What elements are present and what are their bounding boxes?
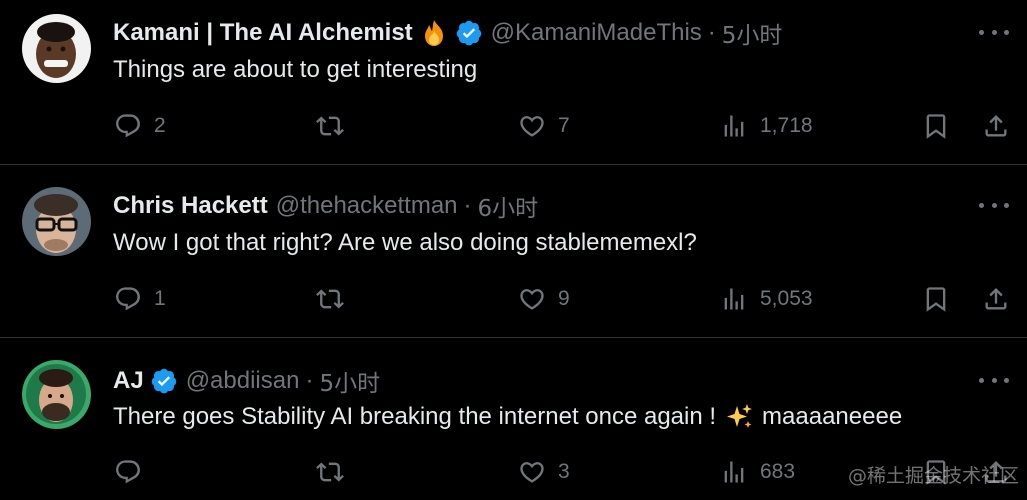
- reply-button[interactable]: 1: [114, 285, 166, 313]
- retweet-icon: [316, 116, 344, 136]
- more-options-icon[interactable]: [979, 195, 1009, 215]
- reply-button[interactable]: [114, 458, 142, 486]
- display-name[interactable]: Kamani | The AI Alchemist: [113, 19, 413, 47]
- like-button[interactable]: 3: [518, 458, 570, 486]
- share-button[interactable]: [982, 285, 1010, 313]
- timestamp[interactable]: 5小时: [319, 364, 380, 398]
- share-icon: [985, 288, 1007, 310]
- bookmark-icon: [926, 114, 946, 139]
- like-count: 3: [558, 460, 570, 483]
- like-button[interactable]: 9: [518, 285, 570, 313]
- tweet-text: Things are about to get interesting: [113, 56, 478, 83]
- avatar[interactable]: [22, 14, 91, 83]
- watermark: @稀土掘金技术社区: [847, 465, 1019, 487]
- handle[interactable]: @KamaniMadeThis: [491, 19, 702, 47]
- views-chart-icon: [724, 461, 744, 483]
- bookmark-button[interactable]: [922, 112, 950, 140]
- reply-button[interactable]: 2: [114, 112, 166, 140]
- tweet[interactable]: Chris Hackett @thehackettman · 6小时 Wow I…: [0, 165, 1027, 337]
- tweet-text-main: There goes Stability AI breaking the int…: [113, 403, 717, 430]
- share-button[interactable]: [982, 112, 1010, 140]
- timestamp[interactable]: 5小时: [722, 16, 783, 50]
- views-count: 683: [760, 460, 796, 483]
- heart-icon: [520, 116, 544, 137]
- reply-count: 2: [154, 114, 166, 137]
- retweet-button[interactable]: [316, 112, 344, 140]
- reply-icon: [116, 287, 140, 311]
- tweet-text-suffix: maaaaneeee: [762, 403, 903, 430]
- tweet-header: AJ @abdiisan · 5小时: [113, 364, 380, 398]
- separator-dot: ·: [305, 367, 314, 394]
- verified-badge-icon: [455, 19, 483, 47]
- bookmark-icon: [926, 287, 946, 312]
- separator-dot: ·: [707, 19, 716, 46]
- tweet-text: Wow I got that right? Are we also doing …: [113, 229, 697, 256]
- retweet-icon: [316, 289, 344, 309]
- handle[interactable]: @abdiisan: [186, 367, 300, 395]
- tweet[interactable]: Kamani | The AI Alchemist @KamaniMadeThi…: [0, 0, 1027, 164]
- reply-icon: [116, 460, 140, 484]
- separator-dot: ·: [463, 192, 472, 219]
- heart-icon: [520, 289, 544, 310]
- share-icon: [985, 115, 1007, 137]
- views-chart-icon: [724, 288, 744, 310]
- avatar[interactable]: [22, 360, 91, 429]
- views-count: 1,718: [760, 114, 813, 137]
- bookmark-button[interactable]: [922, 285, 950, 313]
- retweet-button[interactable]: [316, 458, 344, 486]
- handle[interactable]: @thehackettman: [276, 192, 458, 220]
- tweet-actions: 2 7 1,718: [0, 106, 1027, 146]
- like-count: 9: [558, 287, 570, 310]
- views-button[interactable]: 1,718: [720, 112, 813, 140]
- tweet-text: There goes Stability AI breaking the int…: [113, 402, 902, 432]
- reply-count: 1: [154, 287, 166, 310]
- sparkles-icon: [724, 402, 754, 432]
- views-chart-icon: [724, 115, 744, 137]
- heart-icon: [520, 462, 544, 483]
- tweet-actions: 1 9 5,053: [0, 279, 1027, 319]
- retweet-icon: [316, 462, 344, 482]
- avatar[interactable]: [22, 187, 91, 256]
- views-button[interactable]: 5,053: [720, 285, 813, 313]
- tweet-header: Kamani | The AI Alchemist @KamaniMadeThi…: [113, 16, 782, 50]
- timestamp[interactable]: 6小时: [478, 189, 539, 223]
- views-button[interactable]: 683: [720, 458, 795, 486]
- retweet-button[interactable]: [316, 285, 344, 313]
- display-name[interactable]: AJ: [113, 367, 144, 395]
- display-name[interactable]: Chris Hackett: [113, 192, 268, 220]
- views-count: 5,053: [760, 287, 813, 310]
- tweet-header: Chris Hackett @thehackettman · 6小时: [113, 189, 538, 223]
- like-count: 7: [558, 114, 570, 137]
- fire-icon: [419, 18, 449, 48]
- more-options-icon[interactable]: [979, 22, 1009, 42]
- more-options-icon[interactable]: [979, 370, 1009, 390]
- reply-icon: [116, 114, 140, 138]
- verified-badge-icon: [150, 367, 178, 395]
- like-button[interactable]: 7: [518, 112, 570, 140]
